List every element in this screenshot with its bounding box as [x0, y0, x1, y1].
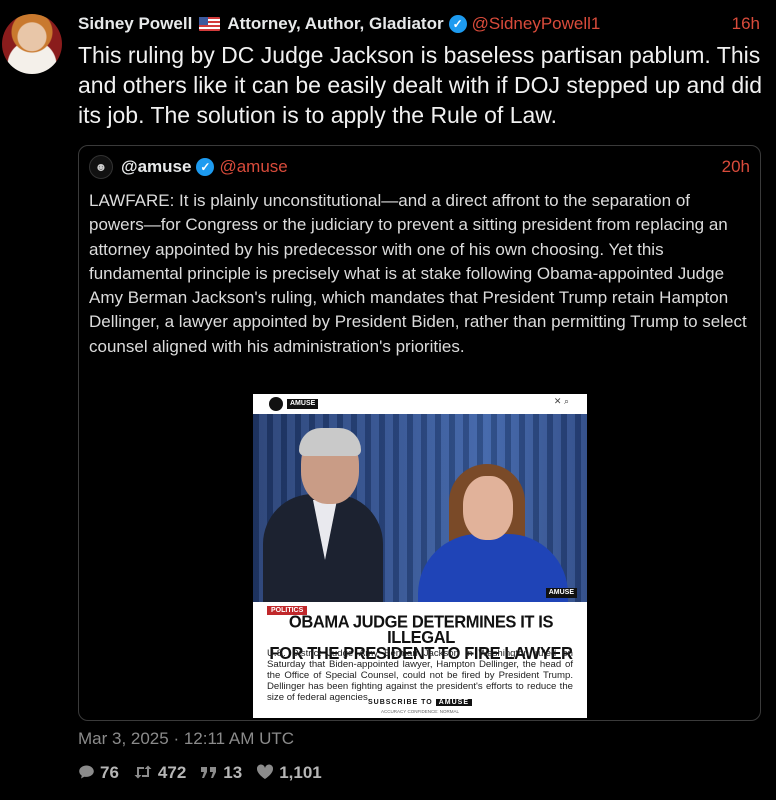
quote-count[interactable]: 13 [200, 763, 242, 783]
author-handle[interactable]: @SidneyPowell1 [472, 14, 601, 34]
heart-icon [256, 763, 274, 783]
quoted-tweet-time[interactable]: 20h [722, 157, 750, 177]
quoted-tweet-image[interactable]: AMUSE ✕ ⌕ AMUSE POLITICS OBAMA JUDGE DET… [253, 394, 587, 718]
verified-badge-icon: ✓ [196, 158, 215, 176]
like-count-value: 1,101 [279, 763, 322, 782]
image-subscribe-logo: AMUSE [435, 699, 472, 706]
tweet-stats: 76 472 13 1,101 [78, 762, 336, 784]
close-icon: ✕ ⌕ [553, 396, 569, 406]
image-subscribe: SUBSCRIBE TO AMUSE [253, 699, 587, 706]
image-accuracy-text: ACCURACY CONFIDENCE: NORMAL [381, 709, 459, 714]
image-watermark-logo: AMUSE [545, 588, 577, 598]
image-topbar: AMUSE ✕ ⌕ [253, 394, 587, 414]
comment-icon [78, 764, 95, 783]
image-logo: AMUSE [287, 399, 319, 409]
reply-count[interactable]: 76 [78, 763, 119, 783]
reply-count-value: 76 [100, 763, 119, 782]
author-title[interactable]: Attorney, Author, Gladiator [227, 14, 443, 34]
amuse-avatar-icon [269, 397, 283, 411]
like-count[interactable]: 1,101 [256, 763, 322, 783]
tweet-header: Sidney Powell Attorney, Author, Gladiato… [78, 12, 760, 36]
verified-badge-icon: ✓ [448, 15, 467, 33]
tweet-timestamp[interactable]: Mar 3, 2025 · 12:11 AM UTC [78, 729, 294, 749]
image-photo: AMUSE [253, 414, 587, 602]
tweet-time[interactable]: 16h [732, 14, 760, 34]
retweet-count-value: 472 [157, 763, 187, 782]
quoted-tweet-header: ☻ @amuse ✓ @amuse 20h [89, 155, 750, 179]
retweet-count[interactable]: 472 [133, 763, 186, 783]
quoted-author-avatar[interactable]: ☻ [89, 155, 113, 179]
quoted-author-handle[interactable]: @amuse [219, 157, 287, 177]
author-avatar[interactable] [2, 14, 62, 74]
quote-count-value: 13 [223, 763, 243, 782]
image-subscribe-label: SUBSCRIBE TO [367, 699, 433, 706]
quoted-author-name[interactable]: @amuse [121, 157, 191, 177]
author-name[interactable]: Sidney Powell [78, 14, 192, 34]
tweet-text: This ruling by DC Judge Jackson is basel… [78, 42, 763, 128]
us-flag-icon [199, 17, 221, 31]
image-body-text: U.S. District Judge Amy Berman Jackson i… [267, 648, 573, 703]
quote-icon [200, 765, 218, 782]
quoted-tweet-text: LAWFARE: It is plainly unconstitutional—… [89, 191, 747, 356]
quoted-tweet[interactable]: ☻ @amuse ✓ @amuse 20h LAWFARE: It is pla… [78, 145, 761, 721]
image-headline-line1: OBAMA JUDGE DETERMINES IT IS ILLEGAL [288, 612, 554, 648]
retweet-icon [133, 764, 153, 783]
